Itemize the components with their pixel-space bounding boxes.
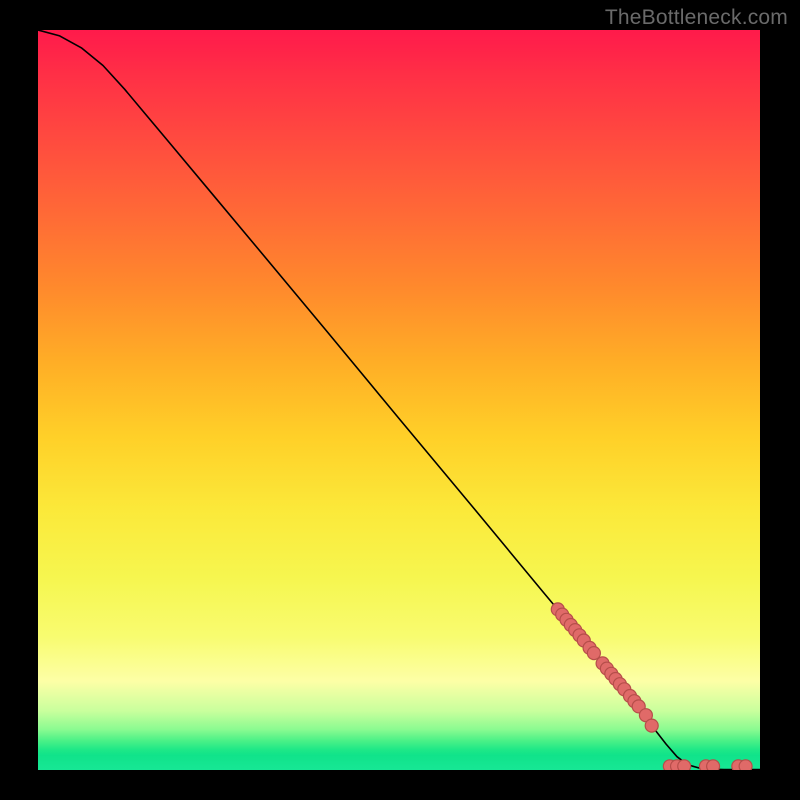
data-point — [707, 760, 720, 770]
data-points — [551, 603, 752, 770]
attribution-label: TheBottleneck.com — [605, 6, 788, 30]
plot-area — [38, 30, 760, 770]
data-point — [678, 760, 691, 770]
bottleneck-curve — [38, 30, 760, 770]
chart-stage: TheBottleneck.com — [0, 0, 800, 800]
chart-overlay — [38, 30, 760, 770]
data-point — [739, 760, 752, 770]
data-point — [645, 719, 658, 732]
